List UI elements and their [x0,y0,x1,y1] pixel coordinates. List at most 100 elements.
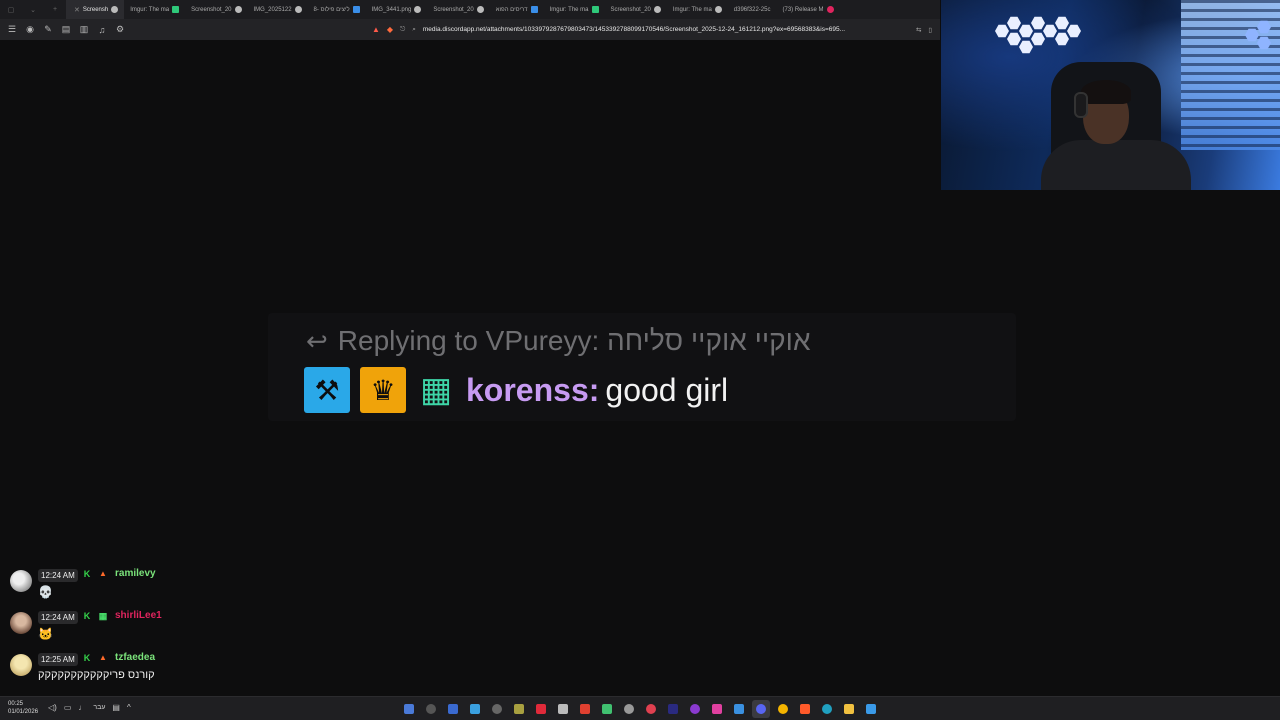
brave-shield-icon[interactable]: ◆ [387,25,393,34]
app-icon-explorer[interactable] [840,700,858,718]
stream-chat-overlay: 12:24 AM K ▲ ramilevy 💀 12:24 AM K ▦ shi… [10,568,310,694]
warning-icon[interactable]: ▲ [372,25,380,34]
screen: ▢ ⌄ + ✕ Screensh Imgur: The ma Screensho… [0,0,1280,720]
vpn-icon[interactable]: ⚙ [114,24,126,36]
app-icon-5[interactable] [488,700,506,718]
notes-icon[interactable]: ▤ [112,703,120,712]
language-indicator[interactable]: עבר [93,704,105,711]
wallet-icon[interactable]: ▤ [60,24,72,36]
image-icon [530,6,538,13]
app-icon-9[interactable] [576,700,594,718]
address-bar[interactable]: ▲ ◆ ⎋ ⌕ media.discordapp.net/attachments… [372,21,932,38]
tab-label: דריסים הפוא [495,6,528,13]
app-icon-2[interactable] [422,700,440,718]
extensions-icon[interactable]: ✎ [42,24,54,36]
microphone-icon[interactable]: ♩ [78,703,86,712]
app-icon-11[interactable] [620,700,638,718]
gift-badge-icon: ▦ [98,611,108,621]
message-username: korenss: [466,371,600,408]
chat-message: 12:24 AM K ▲ ramilevy 💀 [10,568,310,610]
site-info-icon[interactable]: ⌕ [412,26,416,34]
imgur-icon [591,6,599,13]
network-icon[interactable]: ▭ [64,703,72,712]
gift-badge-icon: ▦ [419,371,453,409]
headset-icon [1074,92,1088,118]
music-icon[interactable]: ♫ [96,24,108,36]
browser-toolbar: ☰ ◉ ✎ ▤ ▥ ♫ ⚙ ▲ ◆ ⎋ ⌕ media.discordapp.n… [0,19,940,40]
tab-label: IMG_2025122 [253,6,292,13]
tab-screenshot-4[interactable]: Screenshot_20 [605,0,667,19]
app-icon-chrome[interactable] [774,700,792,718]
tab-search-icon[interactable]: ⌄ [22,6,44,14]
tab-hebrew-1[interactable]: 8- ליצים פילוס [308,0,366,19]
globe-icon [111,6,119,13]
timestamp: 12:25 AM [38,653,78,666]
app-icon-10[interactable] [598,700,616,718]
moderator-badge-icon: ⚒ [304,367,350,413]
tab-hebrew-2[interactable]: דריסים הפוא [490,0,544,19]
chat-username: shirliLee1 [115,610,162,621]
app-icon-1[interactable] [400,700,418,718]
window-menu-icon[interactable]: ▢ [0,6,22,14]
url-text[interactable]: media.discordapp.net/attachments/1033979… [423,26,909,33]
app-icon-16[interactable] [730,700,748,718]
close-icon[interactable]: ✕ [74,6,80,14]
system-tray: ◁) ▭ ♩ עבר ▤ ^ [48,703,131,712]
app-icon-12[interactable] [642,700,660,718]
timestamp: 12:24 AM [38,611,78,624]
clock-date: 01/01/2026 [8,709,39,715]
tab-img-3441[interactable]: IMG_3441.png [366,0,428,19]
kick-badge-icon: K [83,653,91,663]
tab-img-2025[interactable]: IMG_2025122 [248,0,308,19]
menu-icon[interactable]: ☰ [6,24,18,36]
taskbar-apps [400,700,880,718]
tab-label: Screenshot_20 [433,6,474,13]
tab-imgur-2[interactable]: Imgur: The ma [544,0,605,19]
app-icon-edge[interactable] [818,700,836,718]
tab-screenshot-active[interactable]: ✕ Screensh [66,0,125,19]
tab-d396[interactable]: d396f322-25c [728,0,777,19]
globe-icon [294,6,302,13]
image-icon [352,6,360,13]
crown-badge-icon: ♛ [360,367,406,413]
tab-screenshot-2[interactable]: Screenshot_20 [185,0,247,19]
new-tab-button[interactable]: + [44,6,66,13]
webcam-overlay [941,0,1280,190]
globe-icon [234,6,242,13]
windows-taskbar: 00:25 01/01/2026 ◁) ▭ ♩ עבר ▤ ^ [0,696,1280,720]
app-icon-3[interactable] [444,700,462,718]
app-icon-14[interactable] [686,700,704,718]
tab-label: IMG_3441.png [371,6,412,13]
app-icon-brave[interactable] [796,700,814,718]
share-icon[interactable]: ⎋ [400,26,405,34]
tab-imgur-1[interactable]: Imgur: The ma [124,0,185,19]
app-icon-7[interactable] [532,700,550,718]
app-icon-discord[interactable] [752,700,770,718]
shield-icon[interactable]: ◉ [24,24,36,36]
chat-username: tzfaedea [115,652,156,663]
browser-tab-strip: ▢ ⌄ + ✕ Screensh Imgur: The ma Screensho… [0,0,940,19]
chat-message: 12:25 AM K ▲ tzfaedea קורנס פריקקקקקקקקק… [10,652,310,694]
tab-label: 8- ליצים פילוס [313,6,350,13]
volume-icon[interactable]: ◁) [48,703,57,712]
windows-start-icon[interactable] [862,700,880,718]
bookmark-icon[interactable]: ▯ [928,26,932,34]
app-icon-6[interactable] [510,700,528,718]
sidebar-icon[interactable]: ▥ [78,24,90,36]
system-clock[interactable]: 00:25 01/01/2026 [8,700,38,716]
app-icon-4[interactable] [466,700,484,718]
tab-imgur-3[interactable]: Imgur: The ma [667,0,728,19]
tab-label: Imgur: The ma [130,6,170,13]
chat-message: 12:24 AM K ▦ shirliLee1 🐱 [10,610,310,652]
app-icon-15[interactable] [708,700,726,718]
translate-icon[interactable]: ⇆ [916,26,921,34]
reply-header: ↩ Replying to VPureyy: אוקיי אוקיי סליחה [306,325,811,357]
tray-expand-icon[interactable]: ^ [127,703,131,712]
avatar [10,570,32,592]
tab-release[interactable]: (73) Release M [776,0,839,19]
globe-icon [714,6,722,13]
streamer-hair [1081,80,1131,104]
tab-screenshot-3[interactable]: Screenshot_20 [427,0,489,19]
app-icon-8[interactable] [554,700,572,718]
app-icon-13[interactable] [664,700,682,718]
